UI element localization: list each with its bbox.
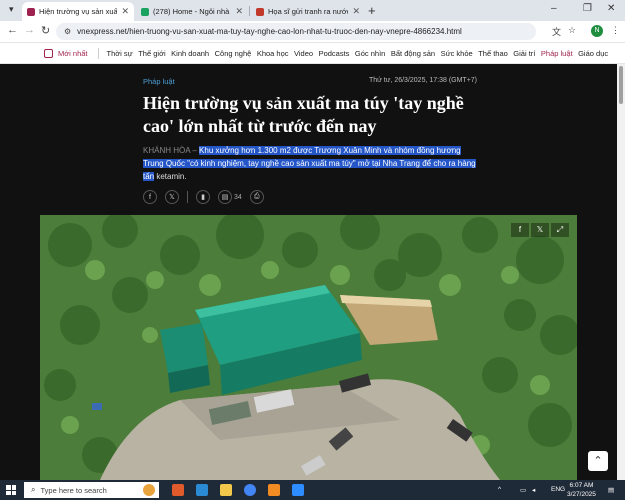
newest-icon xyxy=(44,48,53,58)
windows-taskbar: ⌕ Type here to search ^ ▭ ◂ ENG 6:07 AM … xyxy=(0,480,625,500)
tab-home[interactable]: (278) Home - Ngôi nhà online ✕ xyxy=(136,2,248,21)
chrome-app-icon[interactable] xyxy=(244,484,256,496)
maximize-button[interactable]: ❐ xyxy=(583,3,592,14)
nav-item-suc-khoe[interactable]: Sức khỏe xyxy=(441,49,473,58)
url-text[interactable]: vnexpress.net/hien-truong-vu-san-xuat-ma… xyxy=(77,27,462,36)
nav-item-khoa-hoc[interactable]: Khoa học xyxy=(257,49,289,58)
address-bar[interactable]: ⚙ vnexpress.net/hien-truong-vu-san-xuat-… xyxy=(56,23,536,40)
minimize-button[interactable]: – xyxy=(551,3,557,14)
tab-vnexpress[interactable]: Hiện trường vụ sản xuất ma túy ✕ xyxy=(22,2,134,21)
article-headline: Hiện trường vụ sản xuất ma túy 'tay nghề… xyxy=(143,93,464,136)
bookmark-star-icon[interactable]: ☆ xyxy=(568,25,576,36)
article-area: Pháp luật Thứ tư, 26/3/2025, 17:38 (GMT+… xyxy=(0,64,617,480)
edge-app-icon[interactable] xyxy=(196,484,208,496)
nav-item-goc-nhin[interactable]: Góc nhìn xyxy=(355,49,385,58)
nav-item-cong-nghe[interactable]: Công nghệ xyxy=(215,49,252,58)
aerial-photo-drawing xyxy=(40,215,577,480)
nav-item-phap-luat[interactable]: Pháp luật xyxy=(541,49,573,58)
bookmark-icon[interactable]: ▮ xyxy=(196,190,210,204)
site-navigation: Mới nhất Thời sự Thế giới Kinh doanh Côn… xyxy=(0,42,625,64)
nav-item-giao-duc[interactable]: Giáo dục xyxy=(578,49,608,58)
notification-icon[interactable]: ▤ xyxy=(608,486,614,494)
share-bar: f 𝕏 ▮ ▤ 34 ⎙ xyxy=(143,190,272,204)
nav-item-thoi-su[interactable]: Thời sự xyxy=(107,49,133,58)
weather-widget-icon[interactable] xyxy=(143,484,155,496)
browser-toolbar: ← → ↻ ⚙ vnexpress.net/hien-truong-vu-san… xyxy=(0,21,625,42)
zoom-app-icon[interactable] xyxy=(292,484,304,496)
facebook-share-icon[interactable]: f xyxy=(143,190,157,204)
tab-hoa-si[interactable]: Họa sĩ gửi tranh ra nước ngoài ✕ xyxy=(251,2,365,21)
comment-icon[interactable]: ▤ xyxy=(218,190,232,204)
tab-divider xyxy=(249,6,250,16)
forward-arrow-icon[interactable]: → xyxy=(24,24,35,36)
back-arrow-icon[interactable]: ← xyxy=(7,24,18,36)
reload-icon[interactable]: ↻ xyxy=(41,24,50,37)
clock-date: 3/27/2025 xyxy=(567,491,596,498)
lead-rest-text: ketamin. xyxy=(156,172,187,181)
print-icon[interactable]: ⎙ xyxy=(249,190,264,204)
nav-divider xyxy=(97,47,99,59)
menu-kebab-icon[interactable]: ⋮ xyxy=(611,25,620,36)
photo-toolbar: f 𝕏 ⤢ xyxy=(509,223,569,237)
article-category[interactable]: Pháp luật xyxy=(143,77,175,86)
vnexpress-favicon xyxy=(27,7,35,16)
nav-item-podcasts[interactable]: Podcasts xyxy=(319,49,350,58)
clock-time: 6:07 AM xyxy=(569,482,594,489)
profile-avatar[interactable]: N xyxy=(591,25,603,37)
file-explorer-icon[interactable] xyxy=(220,484,232,496)
article-date: Thứ tư, 26/3/2025, 17:38 (GMT+7) xyxy=(369,77,478,84)
article-location: KHÁNH HÒA – xyxy=(143,146,197,155)
photo-x-share-icon[interactable]: 𝕏 xyxy=(531,223,549,237)
firefox-app-icon[interactable] xyxy=(172,484,184,496)
nav-item-bat-dong-san[interactable]: Bất động sản xyxy=(391,49,435,58)
article-lead: KHÁNH HÒA – Khu xưởng hơn 1.300 m2 được … xyxy=(143,144,478,183)
close-window-button[interactable]: ✕ xyxy=(607,3,615,14)
nav-item-kinh-doanh[interactable]: Kinh doanh xyxy=(171,49,209,58)
close-tab-icon[interactable]: ✕ xyxy=(235,6,243,17)
search-placeholder: Type here to search xyxy=(40,485,107,495)
scrollbar-thumb[interactable] xyxy=(619,66,623,104)
site-info-icon[interactable]: ⚙ xyxy=(64,27,71,36)
taskbar-search[interactable]: ⌕ Type here to search xyxy=(24,482,159,498)
page-scrollbar[interactable] xyxy=(617,64,625,480)
network-icon[interactable]: ▭ xyxy=(520,486,526,494)
back-to-top-button[interactable]: ⌃ xyxy=(588,451,608,471)
close-tab-icon[interactable]: ✕ xyxy=(121,6,129,17)
app-icon[interactable] xyxy=(268,484,280,496)
close-tab-icon[interactable]: ✕ xyxy=(352,6,360,17)
language-indicator[interactable]: ENG xyxy=(551,486,565,493)
windows-start-icon[interactable] xyxy=(6,485,16,495)
nav-item-the-gioi[interactable]: Thế giới xyxy=(138,49,165,58)
photo-facebook-share-icon[interactable]: f xyxy=(511,223,529,237)
comment-count: 34 xyxy=(234,193,242,201)
nav-newest[interactable]: Mới nhất xyxy=(58,49,88,58)
tab-strip: ▾ Hiện trường vụ sản xuất ma túy ✕ (278)… xyxy=(0,0,625,21)
taskbar-clock[interactable]: 6:07 AM 3/27/2025 xyxy=(567,481,596,499)
nav-item-the-thao[interactable]: Thể thao xyxy=(478,49,508,58)
tray-chevron-icon[interactable]: ^ xyxy=(498,486,501,493)
site-favicon xyxy=(256,7,264,16)
search-icon: ⌕ xyxy=(31,485,36,494)
tab-search-icon[interactable]: ▾ xyxy=(9,4,14,15)
volume-icon[interactable]: ◂ xyxy=(532,486,535,494)
fullscreen-icon[interactable]: ⤢ xyxy=(551,223,569,237)
nav-item-giai-tri[interactable]: Giải trí xyxy=(513,49,535,58)
aerial-photo-drug-factory[interactable]: f 𝕏 ⤢ xyxy=(40,215,577,480)
x-share-icon[interactable]: 𝕏 xyxy=(165,190,179,204)
site-favicon xyxy=(141,7,149,16)
share-divider xyxy=(187,191,188,203)
translate-icon[interactable]: 文 xyxy=(552,25,561,38)
new-tab-button[interactable]: + xyxy=(368,3,376,18)
nav-item-video[interactable]: Video xyxy=(294,49,313,58)
